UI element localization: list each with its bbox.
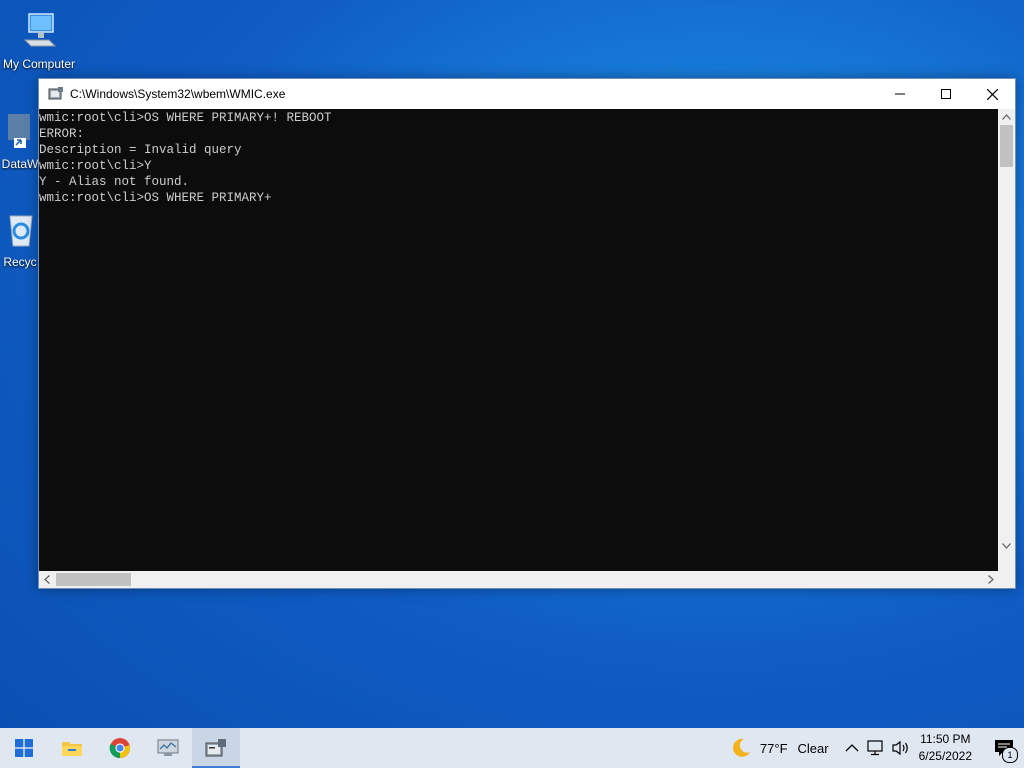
horizontal-scrollbar[interactable] — [39, 571, 999, 588]
chevron-left-icon — [44, 575, 50, 584]
vertical-scrollbar[interactable] — [998, 109, 1015, 571]
horizontal-scroll-thumb[interactable] — [56, 573, 131, 586]
windows-logo-icon — [15, 739, 33, 757]
desktop-icon-label: My Computer — [2, 57, 76, 71]
moon-weather-icon[interactable] — [730, 737, 752, 759]
taskbar: 77°F Clear 11:50 PM 6/25/2022 1 — [0, 728, 1024, 768]
wmic-window[interactable]: C:\Windows\System32\wbem\WMIC.exe wmic:r… — [38, 78, 1016, 589]
window-title: C:\Windows\System32\wbem\WMIC.exe — [70, 87, 286, 101]
minimize-icon — [895, 93, 905, 95]
desktop-icon-label: DataW — [1, 157, 39, 171]
taskbar-file-explorer[interactable] — [48, 728, 96, 768]
chrome-icon — [109, 738, 130, 759]
scroll-right-arrow[interactable] — [983, 571, 999, 588]
network-icon[interactable] — [867, 740, 885, 756]
notification-count-badge: 1 — [1002, 747, 1018, 763]
console-line: Description = Invalid query — [39, 143, 242, 157]
notification-center-button[interactable]: 1 — [984, 728, 1024, 768]
vertical-scroll-thumb[interactable] — [1000, 125, 1013, 167]
chevron-up-icon[interactable] — [845, 743, 859, 753]
close-button[interactable] — [969, 79, 1015, 109]
desktop-icon-label: Recyc — [3, 255, 37, 269]
weather-temperature[interactable]: 77°F — [760, 741, 788, 756]
console-line: wmic:root\cli>OS WHERE PRIMARY+! REBOOT — [39, 111, 332, 125]
console-output[interactable]: wmic:root\cli>OS WHERE PRIMARY+! REBOOT … — [39, 109, 999, 571]
console-line: Y - Alias not found. — [39, 175, 190, 189]
chevron-down-icon — [1002, 543, 1011, 549]
monitor-app-icon — [157, 739, 179, 756]
clock-time: 11:50 PM — [920, 732, 971, 746]
maximize-button[interactable] — [923, 79, 969, 109]
desktop-icon-dataw[interactable]: DataW — [0, 110, 40, 171]
system-tray: 77°F Clear 11:50 PM 6/25/2022 1 — [730, 728, 1024, 768]
scroll-up-arrow[interactable] — [998, 109, 1015, 125]
chevron-right-icon — [988, 575, 994, 584]
start-button[interactable] — [0, 728, 48, 768]
clock-date: 6/25/2022 — [918, 749, 972, 763]
desktop-icon-my-computer[interactable]: My Computer — [0, 10, 78, 71]
weather-description[interactable]: Clear — [798, 741, 829, 756]
shortcut-icon — [8, 114, 30, 148]
title-bar[interactable]: C:\Windows\System32\wbem\WMIC.exe — [39, 79, 1015, 109]
folder-icon — [62, 742, 82, 756]
wmic-app-icon — [205, 739, 226, 757]
minimize-button[interactable] — [877, 79, 923, 109]
taskbar-app-monitor[interactable] — [144, 728, 192, 768]
chevron-up-icon — [1002, 114, 1011, 120]
taskbar-wmic[interactable] — [192, 728, 240, 768]
console-prompt-line[interactable]: wmic:root\cli>OS WHERE PRIMARY+ — [39, 190, 999, 206]
desktop-icon-recycle-bin[interactable]: Recyc — [0, 208, 40, 269]
scroll-down-arrow[interactable] — [998, 538, 1015, 554]
volume-icon[interactable] — [891, 740, 911, 756]
console-line: wmic:root\cli>Y — [39, 159, 152, 173]
maximize-icon — [941, 89, 951, 99]
recycle-bin-icon — [9, 215, 33, 247]
console-line: ERROR: — [39, 127, 85, 141]
scroll-left-arrow[interactable] — [39, 571, 55, 588]
close-icon — [986, 88, 998, 100]
taskbar-chrome[interactable] — [96, 728, 144, 768]
scrollbar-corner — [998, 571, 1015, 588]
computer-icon — [23, 13, 57, 47]
clock[interactable]: 11:50 PM 6/25/2022 — [919, 731, 972, 765]
wmic-app-icon — [48, 87, 63, 100]
